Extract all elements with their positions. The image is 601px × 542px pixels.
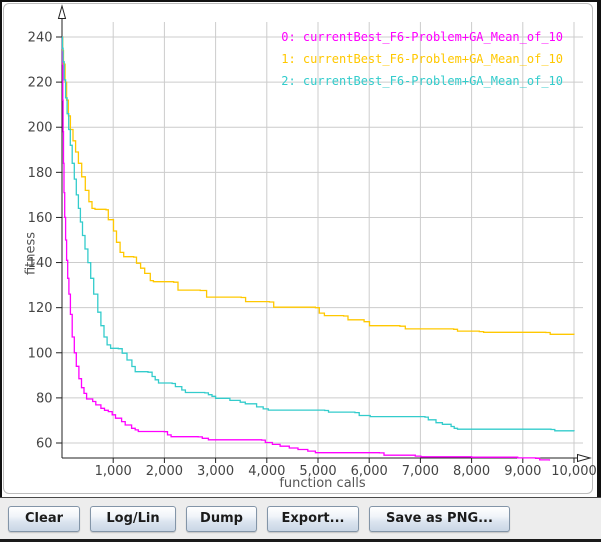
svg-text:100: 100 — [28, 346, 53, 361]
legend-item-1: 1: currentBest_F6-Problem+GA_Mean_of_10 — [281, 48, 563, 70]
legend-item-2: 2: currentBest_F6-Problem+GA_Mean_of_10 — [281, 70, 563, 92]
chart-legend: 0: currentBest_F6-Problem+GA_Mean_of_10 … — [281, 26, 563, 92]
log-lin-button[interactable]: Log/Lin — [90, 506, 176, 532]
svg-text:200: 200 — [28, 121, 53, 136]
svg-text:240: 240 — [28, 31, 53, 46]
chart-panel: 60801001201401601802002202401,0002,0003,… — [0, 0, 601, 497]
save-as-png-button[interactable]: Save as PNG... — [369, 506, 510, 532]
x-axis-label: function calls — [62, 476, 583, 491]
export-button[interactable]: Export... — [267, 506, 359, 532]
svg-text:80: 80 — [36, 391, 53, 406]
svg-text:180: 180 — [28, 166, 53, 181]
window-left-border — [0, 0, 2, 497]
toolbar: Clear Log/Lin Dump Export... Save as PNG… — [0, 497, 601, 539]
svg-text:220: 220 — [28, 76, 53, 91]
legend-item-0: 0: currentBest_F6-Problem+GA_Mean_of_10 — [281, 26, 563, 48]
y-axis-label: fitness — [24, 199, 39, 309]
window-top-border — [0, 0, 601, 2]
svg-text:60: 60 — [36, 437, 53, 452]
dump-button[interactable]: Dump — [186, 506, 257, 532]
window-right-border — [597, 0, 601, 497]
application-window: 60801001201401601802002202401,0002,0003,… — [0, 0, 601, 542]
clear-button[interactable]: Clear — [8, 506, 80, 532]
